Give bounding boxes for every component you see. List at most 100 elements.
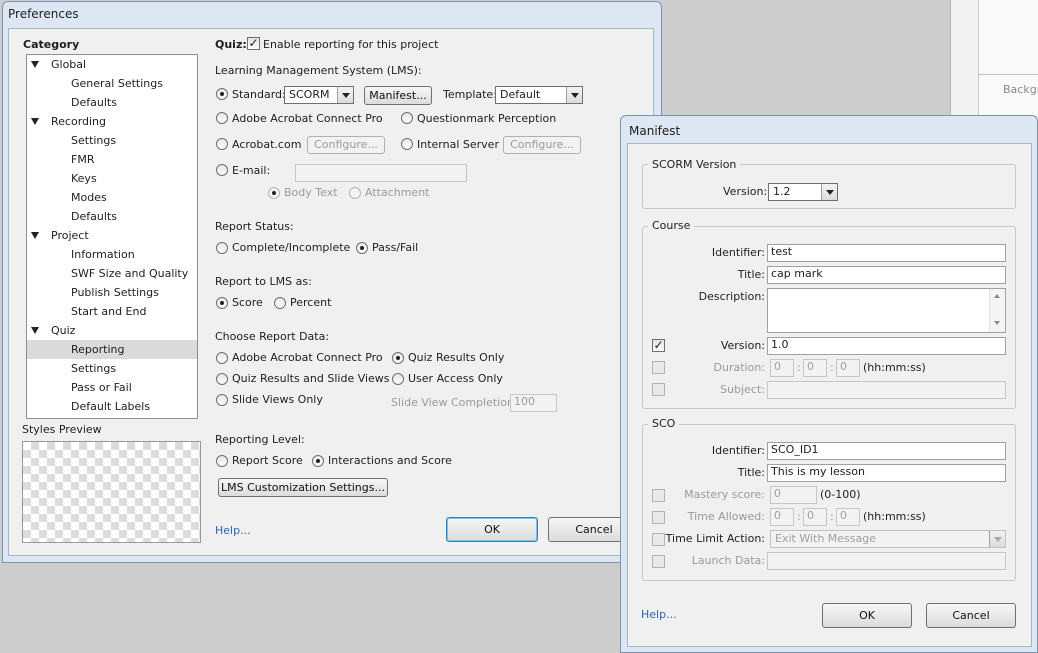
tree-item-label: SWF Size and Quality [71, 267, 189, 280]
ok-button[interactable]: OK [446, 517, 538, 542]
course-title-field[interactable]: cap mark [767, 266, 1006, 284]
complete-incomplete-label: Complete/Incomplete [232, 241, 351, 254]
launch-data-checkbox[interactable] [652, 555, 665, 568]
email-radio[interactable] [216, 164, 228, 176]
launch-data-field[interactable] [767, 552, 1006, 570]
scorm-version-select[interactable]: 1.2 [768, 183, 838, 201]
attachment-label: Attachment [365, 186, 430, 199]
acrobat-com-radio[interactable] [216, 138, 228, 150]
tree-expand-icon[interactable] [31, 232, 39, 239]
tree-item[interactable]: Settings [27, 131, 197, 150]
time-limit-select[interactable]: Exit With Message [770, 530, 1006, 548]
subject-checkbox[interactable] [652, 383, 665, 396]
tree-item[interactable]: Settings [27, 359, 197, 378]
dropdown-arrow-icon [337, 87, 353, 103]
template-select[interactable]: Default [495, 86, 583, 104]
standard-select[interactable]: SCORM [284, 86, 354, 104]
interactions-and-score-label: Interactions and Score [328, 454, 452, 467]
tree-item[interactable]: Reporting [27, 340, 197, 359]
subject-field[interactable] [767, 381, 1006, 399]
tree-item[interactable]: FMR [27, 150, 197, 169]
percent-radio[interactable] [274, 297, 286, 309]
course-identifier-field[interactable]: test [767, 244, 1006, 262]
percent-label: Percent [290, 296, 332, 309]
time-allowed-checkbox[interactable] [652, 511, 665, 524]
background-panel-label: Backgr [1003, 83, 1038, 96]
manifest-help-link[interactable]: Help... [641, 608, 677, 621]
pass-fail-radio[interactable] [356, 242, 368, 254]
configure-internal-button[interactable]: Configure... [503, 136, 581, 154]
mastery-field[interactable]: 0 [770, 486, 817, 504]
help-link[interactable]: Help... [215, 524, 251, 537]
tree-item[interactable]: Publish Settings [27, 283, 197, 302]
time-allowed-seconds-field[interactable]: 0 [836, 508, 860, 526]
interactions-and-score-radio[interactable] [312, 455, 324, 467]
slide-view-completion-field[interactable]: 100 [510, 394, 557, 412]
score-radio[interactable] [216, 297, 228, 309]
course-identifier-label: Identifier: [711, 246, 765, 259]
category-label: Category [23, 38, 80, 51]
tree-item[interactable]: Default Labels [27, 397, 197, 416]
tree-item[interactable]: Global [27, 55, 197, 74]
configure-acrobat-button[interactable]: Configure... [307, 136, 385, 154]
manifest-ok-button[interactable]: OK [822, 603, 912, 628]
course-version-checkbox[interactable]: ✓ [652, 339, 665, 352]
slide-views-only-radio[interactable] [216, 394, 228, 406]
tree-item[interactable]: General Settings [27, 74, 197, 93]
tree-item[interactable]: Modes [27, 188, 197, 207]
manifest-cancel-button[interactable]: Cancel [926, 603, 1016, 628]
internal-server-radio[interactable] [401, 138, 413, 150]
time-allowed-minutes-field[interactable]: 0 [803, 508, 827, 526]
tree-item[interactable]: Recording [27, 112, 197, 131]
body-text-radio[interactable] [268, 187, 280, 199]
category-tree[interactable]: Global General Settings Defaults Recording S… [26, 54, 198, 419]
tree-expand-icon[interactable] [31, 118, 39, 125]
enable-reporting-checkbox[interactable]: ✓ [247, 37, 260, 50]
course-description-field[interactable] [767, 288, 1006, 333]
duration-checkbox[interactable] [652, 361, 665, 374]
sco-identifier-field[interactable]: SCO_ID1 [767, 442, 1006, 460]
mastery-checkbox[interactable] [652, 489, 665, 502]
checkmark-icon: ✓ [248, 36, 259, 50]
tree-item[interactable]: Start and End [27, 302, 197, 321]
email-field[interactable] [295, 164, 467, 182]
scroll-down-icon[interactable] [994, 321, 1000, 325]
scroll-up-icon[interactable] [994, 294, 1000, 298]
manifest-button[interactable]: Manifest... [364, 86, 432, 105]
complete-incomplete-radio[interactable] [216, 242, 228, 254]
lms-customization-button[interactable]: LMS Customization Settings... [218, 478, 388, 497]
duration-hours-field[interactable]: 0 [770, 359, 794, 377]
tree-item[interactable]: Keys [27, 169, 197, 188]
report-score-radio[interactable] [216, 455, 228, 467]
tree-item[interactable]: SWF Size and Quality [27, 264, 197, 283]
acrobat-connect-label: Adobe Acrobat Connect Pro [232, 112, 383, 125]
tree-item-label: FMR [71, 153, 95, 166]
tree-item[interactable]: Defaults [27, 93, 197, 112]
quiz-results-slide-views-radio[interactable] [216, 373, 228, 385]
report-data-acrobat-radio[interactable] [216, 352, 228, 364]
time-allowed-hours-field[interactable]: 0 [770, 508, 794, 526]
duration-minutes-field[interactable]: 0 [803, 359, 827, 377]
tree-item[interactable]: Pass or Fail [27, 378, 197, 397]
user-access-only-radio[interactable] [392, 373, 404, 385]
tree-expand-icon[interactable] [31, 61, 39, 68]
tree-item[interactable]: Project [27, 226, 197, 245]
quiz-results-only-radio[interactable] [392, 352, 404, 364]
duration-seconds-field[interactable]: 0 [836, 359, 860, 377]
attachment-radio[interactable] [349, 187, 361, 199]
sco-title-field[interactable]: This is my lesson [767, 464, 1006, 482]
tree-item[interactable]: Quiz [27, 321, 197, 340]
choose-report-data-label: Choose Report Data: [215, 330, 330, 343]
course-version-field[interactable]: 1.0 [767, 337, 1006, 355]
questionmark-radio[interactable] [401, 112, 413, 124]
pass-fail-label: Pass/Fail [372, 241, 419, 254]
tree-item[interactable]: Information [27, 245, 197, 264]
standard-radio[interactable] [216, 88, 228, 100]
acrobat-connect-radio[interactable] [216, 112, 228, 124]
body-text-label: Body Text [284, 186, 338, 199]
sco-identifier-label: Identifier: [711, 444, 765, 457]
tree-expand-icon[interactable] [31, 327, 39, 334]
score-label: Score [232, 296, 263, 309]
tree-item-label: Settings [71, 362, 117, 375]
tree-item[interactable]: Defaults [27, 207, 197, 226]
